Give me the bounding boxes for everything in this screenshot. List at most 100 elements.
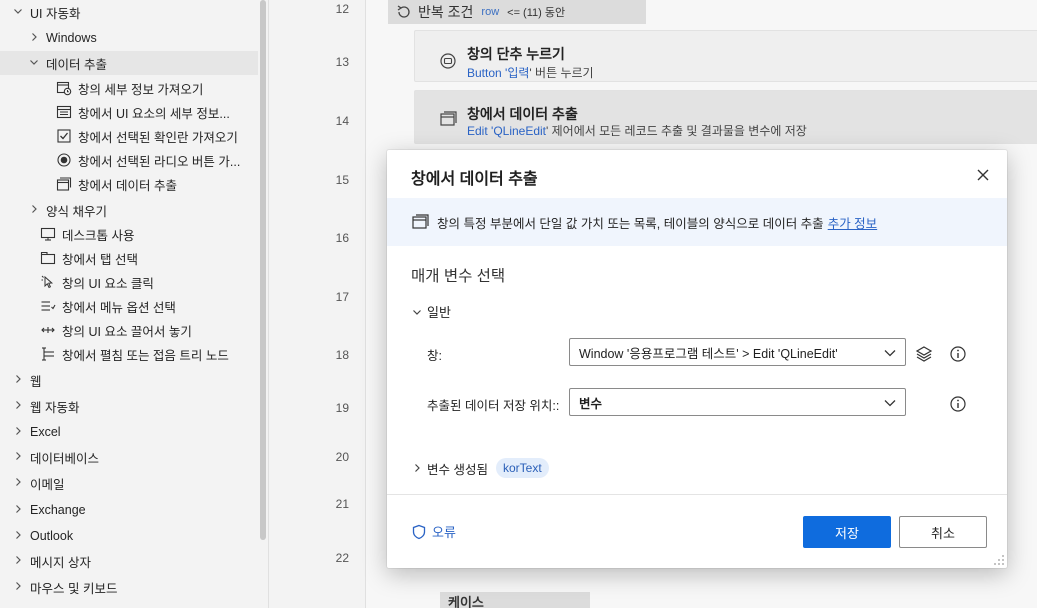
dialog-footer-divider [387, 494, 1007, 495]
tree-item-label: 창에서 메뉴 옵션 선택 [62, 300, 176, 315]
tree-item[interactable]: 데이터 추출 [0, 51, 258, 75]
general-group-toggle[interactable]: 일반 [411, 302, 451, 321]
scrollbar-thumb[interactable] [260, 0, 266, 540]
window-select[interactable]: Window '응용프로그램 테스트' > Edit 'QLineEdit' [569, 338, 906, 366]
button-click-icon [439, 52, 457, 70]
tree-item[interactable]: 창에서 UI 요소의 세부 정보... [0, 100, 258, 124]
cancel-button[interactable]: 취소 [899, 516, 987, 548]
tree-item[interactable]: 데스크톱 사용 [0, 222, 258, 246]
line-number: 14 [335, 114, 349, 128]
tree-item[interactable]: 데이터베이스 [0, 445, 258, 469]
window-stack-icon [56, 176, 72, 192]
pointer-icon [40, 274, 56, 290]
action-subtitle: Edit 'QLineEdit' 제어에서 모든 레코드 추출 및 결과물을 변… [467, 122, 807, 139]
resize-grip-icon[interactable] [993, 554, 1005, 566]
action-subtitle: Button '입력' 버튼 누르기 [467, 64, 594, 81]
action-title: 창의 단추 누르기 [467, 46, 565, 62]
produced-variables-label: 변수 생성됨 [427, 462, 488, 477]
window-stack-icon [439, 110, 457, 128]
loop-condition: <= (11) 동안 [507, 7, 566, 19]
tree-item[interactable]: 창에서 데이터 추출 [0, 172, 258, 196]
actions-panel: UI 자동화 Windows 데이터 추출창의 세부 정보 가져오기창에서 UI 요… [0, 0, 258, 608]
line-number-gutter: 12 13 14 15 16 17 18 19 20 21 22 [269, 0, 365, 608]
store-location-select[interactable]: 변수 [569, 388, 906, 416]
radio-icon [56, 152, 72, 168]
menu-icon [40, 298, 56, 314]
close-icon[interactable] [972, 164, 994, 186]
chevron-down-icon [28, 56, 40, 71]
tree-item-label: 창에서 선택된 라디오 버튼 가... [78, 154, 241, 169]
save-button[interactable]: 저장 [803, 516, 891, 548]
tree-item[interactable]: 마우스 및 키보드 [0, 575, 258, 599]
tree-item[interactable]: 양식 채우기 [0, 198, 258, 222]
tree-item[interactable]: 창의 세부 정보 가져오기 [0, 76, 258, 100]
tree-item[interactable]: Excel [0, 420, 258, 444]
tree-item-label: 창에서 탭 선택 [62, 252, 138, 267]
tree-item[interactable]: 창의 UI 요소 끌어서 놓기 [0, 318, 258, 342]
tree-item[interactable]: 창의 UI 요소 클릭 [0, 270, 258, 294]
errors-link[interactable]: 오류 [411, 522, 456, 541]
action-title: 창에서 데이터 추출 [467, 106, 578, 122]
shield-icon [411, 524, 427, 540]
tree-item[interactable]: 창에서 선택된 라디오 버튼 가... [0, 148, 258, 172]
tree-item-label: Excel [30, 425, 61, 439]
tree-item-label: 창의 UI 요소 클릭 [62, 276, 154, 291]
action-sub-target: QLineEdit [493, 124, 547, 138]
tree-item[interactable]: 창에서 메뉴 옵션 선택 [0, 294, 258, 318]
line-number: 13 [335, 55, 349, 69]
store-field-label: 추출된 데이터 저장 위치:: [427, 399, 560, 413]
tree-item-label: 창에서 UI 요소의 세부 정보... [78, 106, 230, 121]
tree-item-label: 웹 [30, 374, 42, 389]
chevron-right-icon [12, 450, 24, 465]
chevron-down-icon [883, 396, 897, 410]
chevron-right-icon [28, 31, 40, 46]
tree-item-label: 데이터 추출 [46, 57, 107, 72]
section-title: 매개 변수 선택 [411, 268, 506, 285]
tree-item[interactable]: 이메일 [0, 471, 258, 495]
window-stack-icon [411, 213, 429, 231]
chevron-down-icon [12, 5, 24, 20]
info-icon[interactable] [949, 345, 967, 363]
produced-variables-toggle[interactable]: 변수 생성됨 korText [411, 458, 549, 478]
chevron-right-icon [12, 503, 24, 518]
extract-data-dialog: 창에서 데이터 추출 창의 특정 부분에서 단일 값 가치 또는 목록, 테이블… [387, 150, 1007, 568]
line-number: 18 [335, 348, 349, 362]
line-number: 17 [335, 290, 349, 304]
tree-item[interactable]: 메시지 상자 [0, 549, 258, 573]
tree-item[interactable]: 웹 자동화 [0, 394, 258, 418]
loop-condition-header[interactable]: 반복 조건 row <= (11) 동안 [388, 0, 646, 24]
tree-item-label: 데스크톱 사용 [62, 228, 135, 243]
tree-item-label: UI 자동화 [30, 6, 81, 21]
more-info-link[interactable]: 추가 정보 [828, 213, 877, 232]
tree-item[interactable]: Windows [0, 26, 258, 50]
ui-elements-layers-icon[interactable] [915, 345, 933, 363]
action-extract-data[interactable]: 창에서 데이터 추출 Edit 'QLineEdit' 제어에서 모든 레코드 … [414, 90, 1037, 144]
line-number: 19 [335, 401, 349, 415]
window-field-label: 창: [427, 349, 442, 363]
tree-item[interactable]: Outlook [0, 524, 258, 548]
variable-chip[interactable]: korText [495, 458, 549, 478]
tree-item[interactable]: UI 자동화 [0, 0, 258, 24]
tree-item[interactable]: 창에서 탭 선택 [0, 246, 258, 270]
chevron-right-icon [12, 373, 24, 388]
chevron-right-icon [28, 203, 40, 218]
action-press-button[interactable]: 창의 단추 누르기 Button '입력' 버튼 누르기 [414, 30, 1037, 82]
action-sub-prefix: Button ' [467, 66, 508, 80]
case-block-header[interactable]: 케이스 [440, 592, 590, 608]
tree-item[interactable]: 창에서 선택된 확인란 가져오기 [0, 124, 258, 148]
chevron-right-icon [12, 554, 24, 569]
window-select-value: Window '응용프로그램 테스트' > Edit 'QLineEdit' [579, 346, 838, 361]
tree-item[interactable]: 창에서 펼침 또는 접음 트리 노드 [0, 342, 258, 366]
tree-item-label: 웹 자동화 [30, 400, 80, 415]
tree-item[interactable]: Exchange [0, 498, 258, 522]
chevron-right-icon [12, 580, 24, 595]
tree-icon [40, 346, 56, 362]
tree-item-label: Windows [46, 31, 97, 45]
tree-item-label: 메시지 상자 [30, 555, 91, 570]
loop-icon [396, 4, 412, 20]
tree-item-label: 창에서 선택된 확인란 가져오기 [78, 130, 238, 145]
info-icon[interactable] [949, 395, 967, 413]
dialog-title: 창에서 데이터 추출 [411, 171, 538, 188]
actions-scrollbar[interactable] [258, 0, 268, 608]
tree-item[interactable]: 웹 [0, 368, 258, 392]
